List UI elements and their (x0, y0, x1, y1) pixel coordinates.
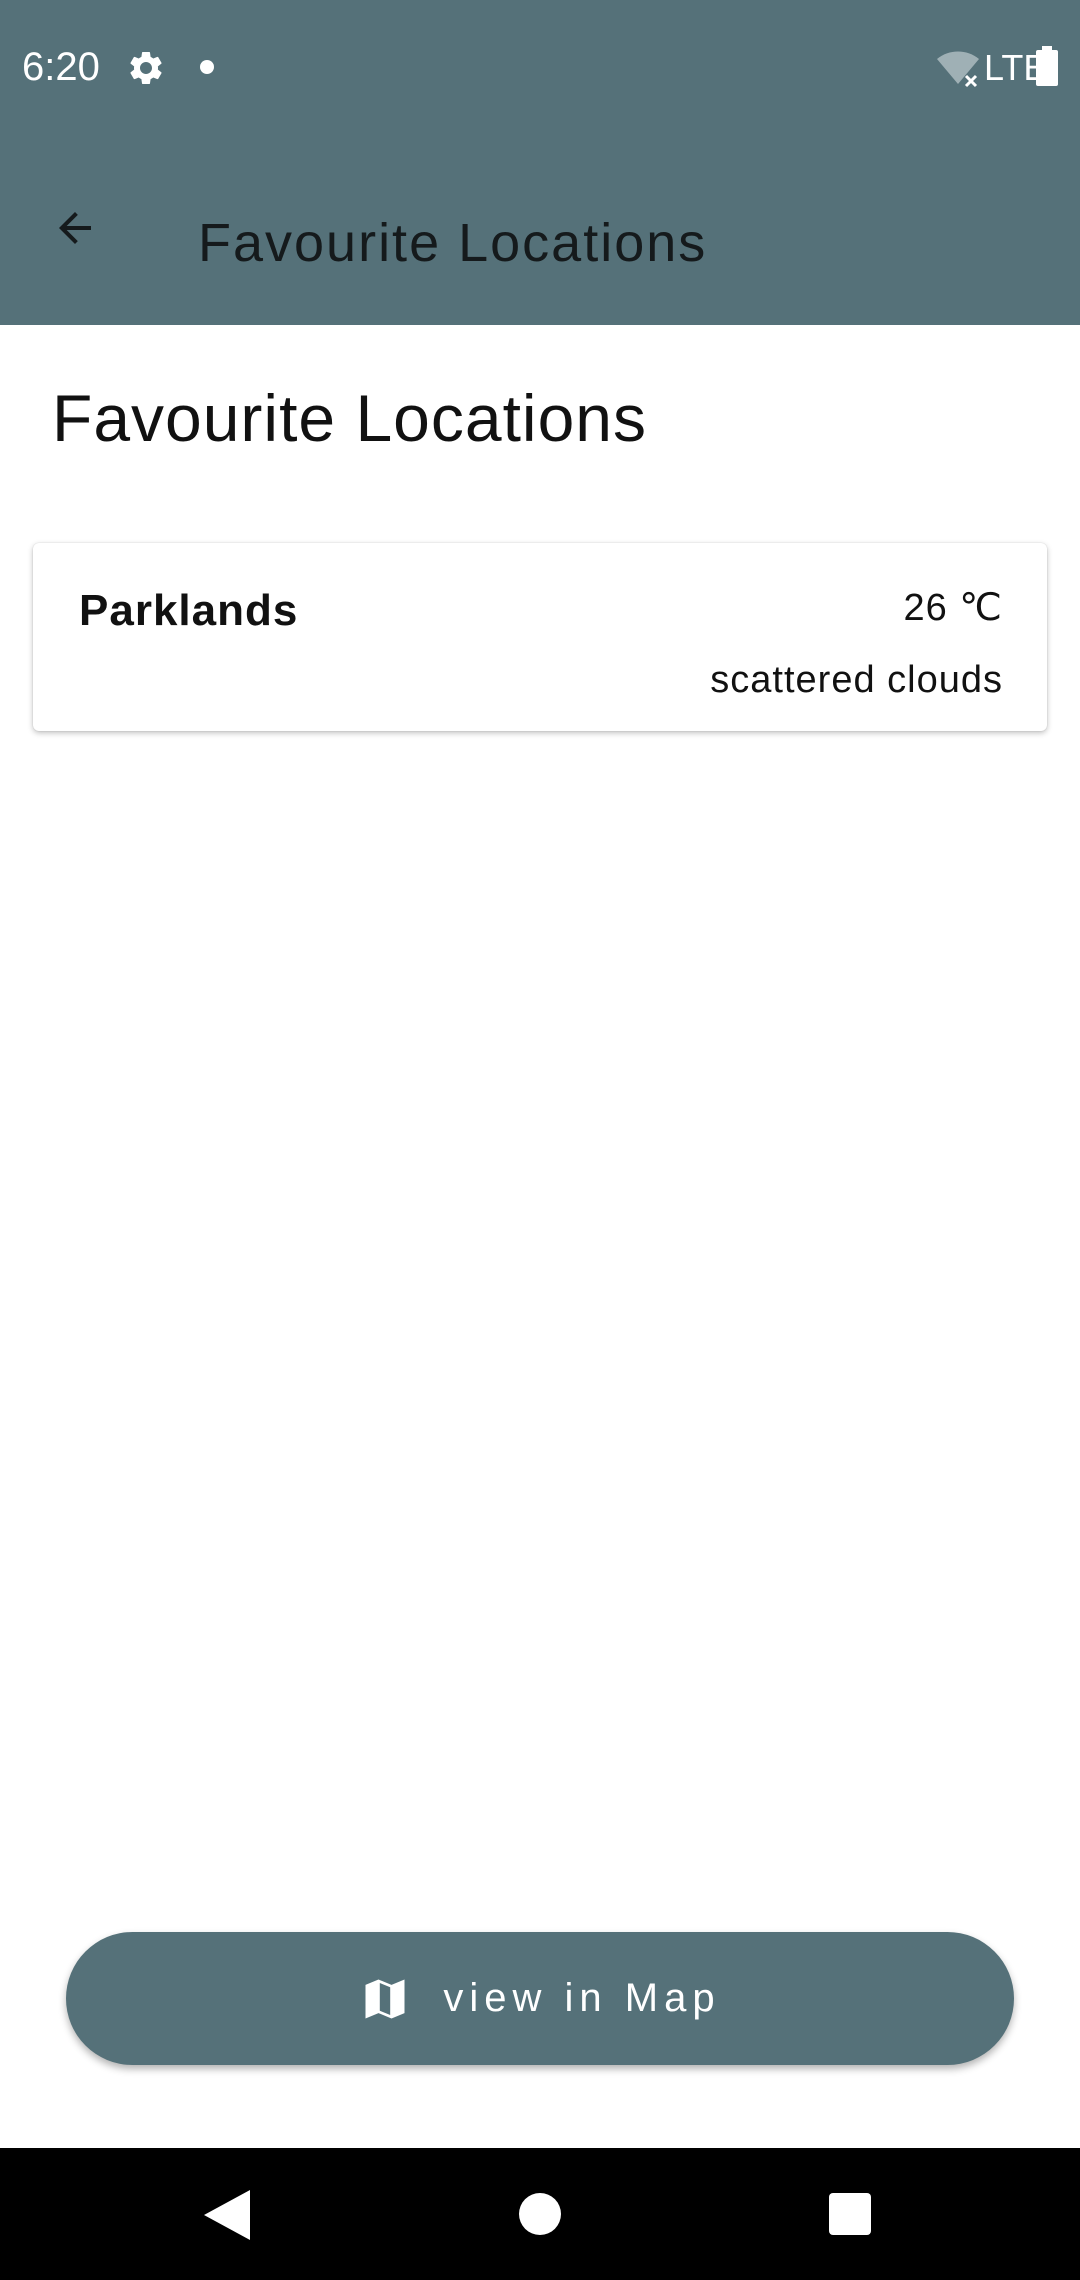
app-header: 6:20 LTE Favourite Locations (0, 0, 1080, 325)
back-triangle-icon[interactable] (204, 2190, 250, 2240)
wifi-off-icon (937, 51, 979, 88)
status-time: 6:20 (22, 45, 100, 89)
location-weather-description: scattered clouds (710, 659, 1003, 701)
recents-square-icon[interactable] (829, 2193, 871, 2235)
location-card[interactable]: Parklands 26 ℃ scattered clouds (33, 543, 1047, 731)
battery-icon (1036, 46, 1058, 86)
favourite-locations-screen: 6:20 LTE Favourite Locations Favourite L… (0, 0, 1080, 2280)
arrow-left-icon (59, 212, 91, 244)
view-in-map-button[interactable]: view in Map (66, 1932, 1014, 2065)
toolbar: Favourite Locations (0, 135, 1080, 325)
home-circle-icon[interactable] (519, 2193, 561, 2235)
location-name: Parklands (79, 586, 299, 635)
toolbar-title: Favourite Locations (198, 213, 708, 273)
notification-dot-icon (200, 60, 214, 74)
map-icon (365, 1979, 405, 2018)
back-button[interactable] (32, 185, 118, 271)
system-navigation-bar (0, 2148, 1080, 2280)
location-temperature: 26 ℃ (903, 587, 1003, 629)
page-heading: Favourite Locations (52, 381, 647, 455)
settings-gear-icon (130, 51, 162, 84)
view-in-map-label: view in Map (443, 1976, 721, 2020)
status-bar: 6:20 LTE (0, 0, 1080, 135)
